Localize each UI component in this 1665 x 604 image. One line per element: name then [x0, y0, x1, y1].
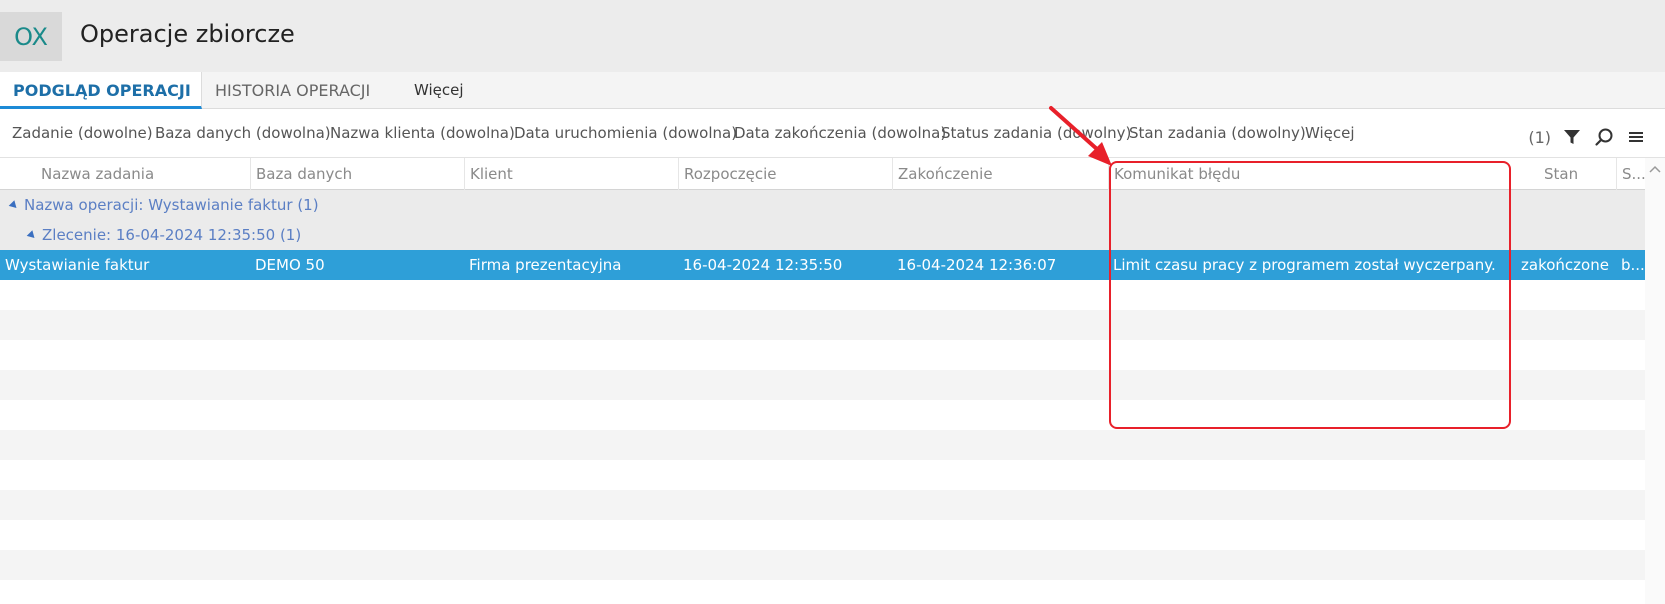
- app-header: OX Operacje zbiorcze: [0, 0, 1665, 72]
- filter-data-uruchomienia[interactable]: Data uruchomienia (dowolna): [514, 124, 737, 142]
- tab-podglad-operacji[interactable]: PODGLĄD OPERACJI: [0, 72, 202, 109]
- filter-stan-zadania[interactable]: Stan zadania (dowolny): [1129, 124, 1306, 142]
- empty-row: [0, 460, 1645, 490]
- empty-row: [0, 430, 1645, 460]
- cell-client: Firma prezentacyjna: [469, 256, 622, 274]
- group-operation[interactable]: Nazwa operacji: Wystawianie faktur (1): [0, 190, 1645, 220]
- empty-row: [0, 580, 1645, 604]
- empty-row: [0, 340, 1645, 370]
- empty-row: [0, 490, 1645, 520]
- cell-start: 16-04-2024 12:35:50: [683, 256, 843, 274]
- column-nazwa-zadania[interactable]: Nazwa zadania: [0, 158, 250, 190]
- filter-zadanie[interactable]: Zadanie (dowolne): [12, 124, 153, 142]
- app-logo: OX: [0, 12, 62, 61]
- group-order[interactable]: Zlecenie: 16-04-2024 12:35:50 (1): [0, 220, 1645, 250]
- cell-database: DEMO 50: [255, 256, 325, 274]
- cell-state: zakończone: [1521, 256, 1609, 274]
- column-stan[interactable]: Stan: [1511, 158, 1616, 190]
- operations-grid: Nazwa zadania Baza danych Klient Rozpocz…: [0, 158, 1665, 604]
- empty-row: [0, 310, 1645, 340]
- empty-row: [0, 520, 1645, 550]
- vertical-scrollbar[interactable]: [1645, 158, 1665, 604]
- empty-row: [0, 280, 1645, 310]
- filter-nazwa-klienta[interactable]: Nazwa klienta (dowolna): [330, 124, 515, 142]
- empty-row: [0, 550, 1645, 580]
- group-operation-label: Nazwa operacji: Wystawianie faktur (1): [24, 196, 319, 214]
- cell-status: b...: [1621, 256, 1645, 274]
- toolbar-tools: (1): [1528, 126, 1647, 148]
- column-zakonczenie[interactable]: Zakończenie: [892, 158, 1108, 190]
- column-status-truncated[interactable]: S...: [1616, 158, 1645, 190]
- filter-bar: Zadanie (dowolne) Baza danych (dowolna) …: [0, 110, 1665, 158]
- empty-row: [0, 370, 1645, 400]
- cell-task: Wystawianie faktur: [5, 256, 150, 274]
- tab-historia-operacji[interactable]: HISTORIA OPERACJI: [215, 72, 370, 109]
- cell-end: 16-04-2024 12:36:07: [897, 256, 1057, 274]
- column-rozpoczecie[interactable]: Rozpoczęcie: [678, 158, 892, 190]
- column-baza-danych[interactable]: Baza danych: [250, 158, 464, 190]
- menu-icon[interactable]: [1625, 126, 1647, 148]
- column-klient[interactable]: Klient: [464, 158, 678, 190]
- scroll-up-icon[interactable]: [1649, 164, 1661, 174]
- filter-icon[interactable]: [1561, 126, 1583, 148]
- result-count: (1): [1528, 127, 1551, 147]
- search-icon[interactable]: [1593, 126, 1615, 148]
- filter-status-zadania[interactable]: Status zadania (dowolny): [941, 124, 1131, 142]
- column-header-row: Nazwa zadania Baza danych Klient Rozpocz…: [0, 158, 1645, 190]
- group-order-label: Zlecenie: 16-04-2024 12:35:50 (1): [42, 226, 302, 244]
- table-row[interactable]: Wystawianie faktur DEMO 50 Firma prezent…: [0, 250, 1645, 280]
- collapse-triangle-icon[interactable]: [26, 230, 38, 241]
- cell-error: Limit czasu pracy z programem został wyc…: [1113, 256, 1496, 274]
- collapse-triangle-icon[interactable]: [8, 200, 20, 211]
- filter-data-zakonczenia[interactable]: Data zakończenia (dowolna): [734, 124, 946, 142]
- tab-bar: PODGLĄD OPERACJI HISTORIA OPERACJI Więce…: [0, 72, 1665, 109]
- empty-row: [0, 400, 1645, 430]
- filter-more[interactable]: Więcej: [1305, 124, 1355, 142]
- tab-more[interactable]: Więcej: [414, 72, 464, 109]
- filter-baza-danych[interactable]: Baza danych (dowolna): [155, 124, 331, 142]
- page-title: Operacje zbiorcze: [80, 20, 295, 48]
- column-komunikat-bledu[interactable]: Komunikat błędu: [1108, 158, 1511, 190]
